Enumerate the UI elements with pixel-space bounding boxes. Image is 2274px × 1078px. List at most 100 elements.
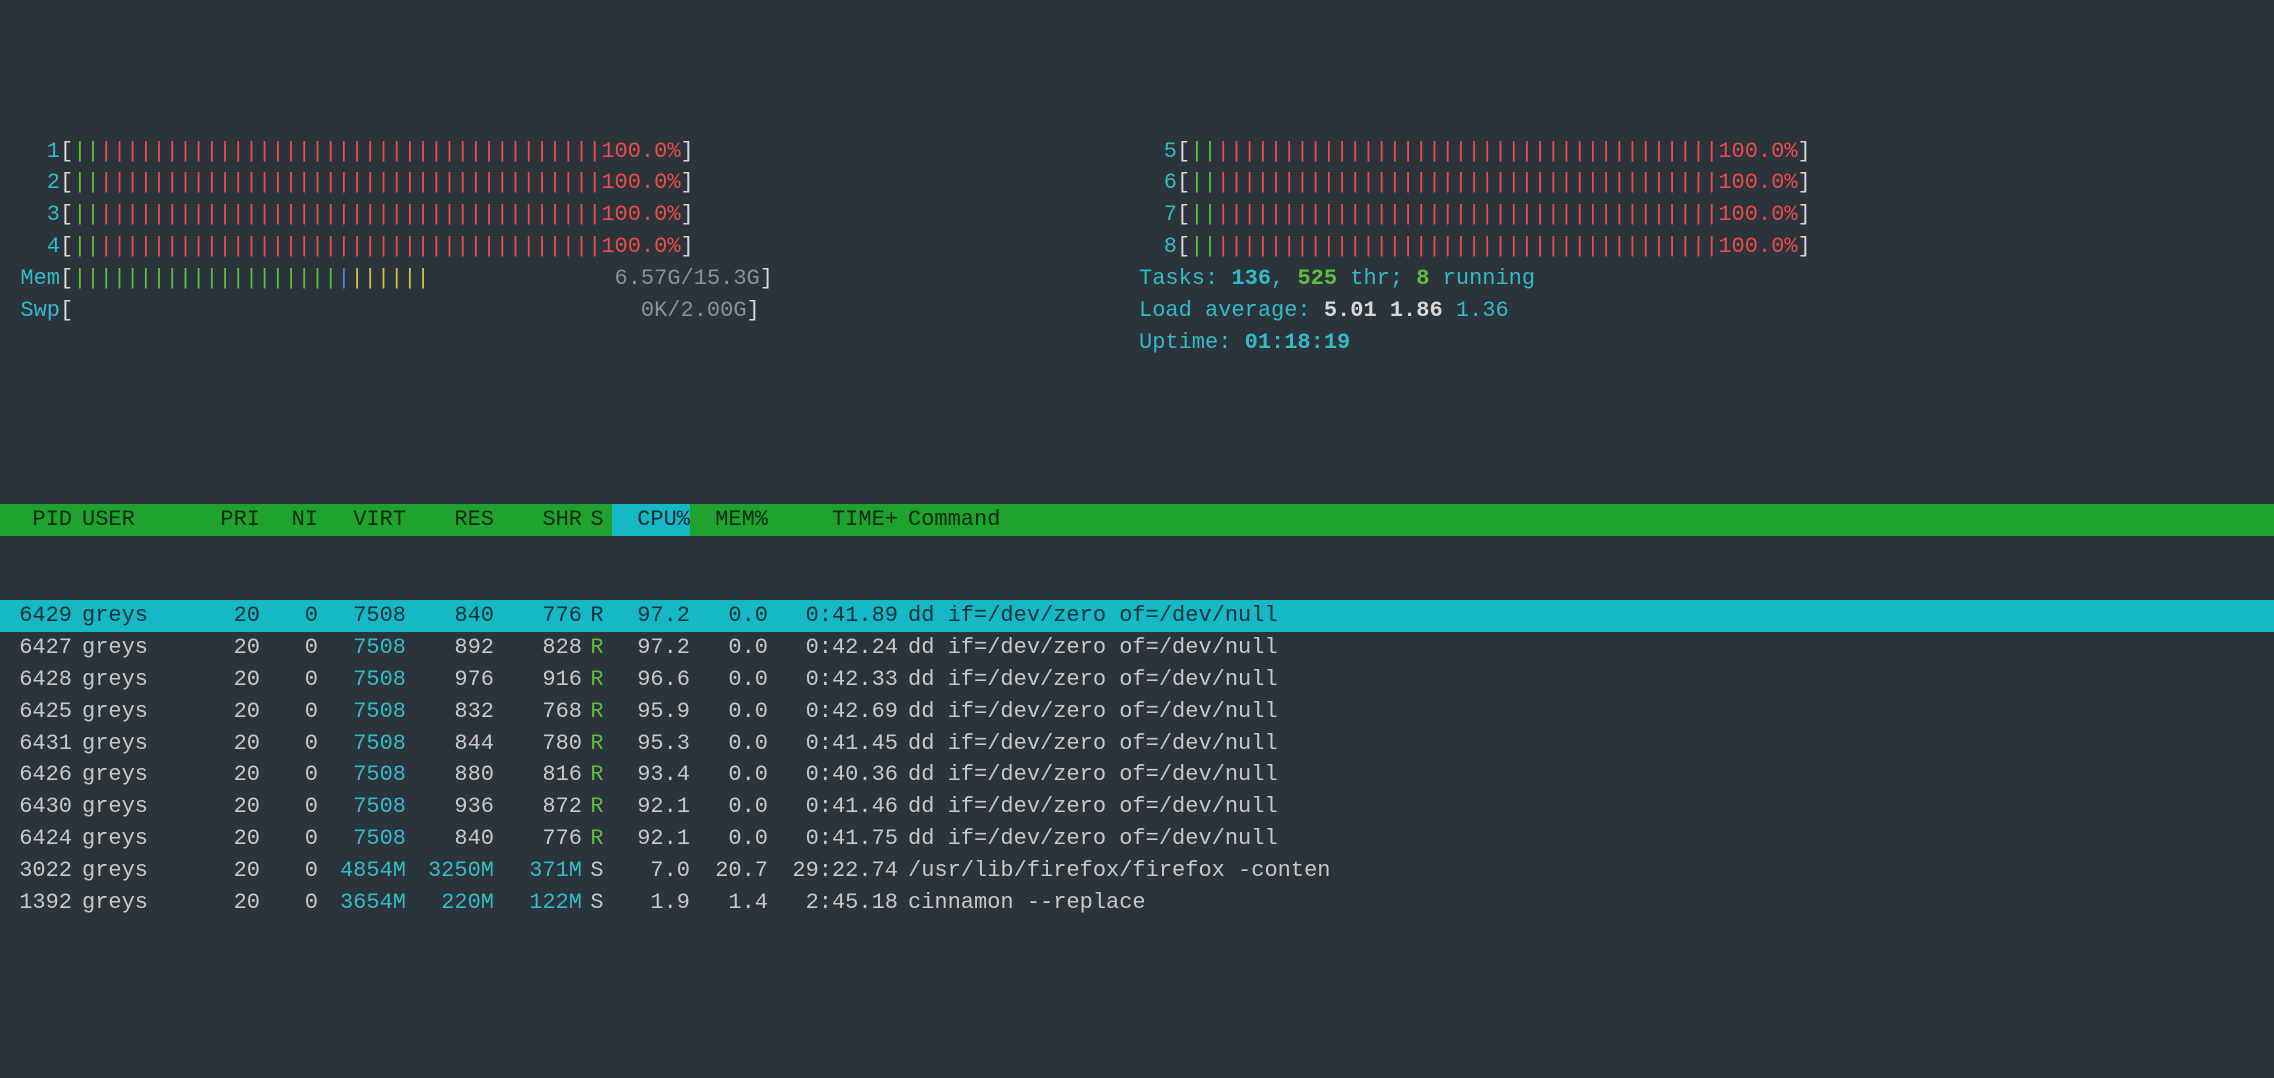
command: dd if=/dev/zero of=/dev/null <box>898 823 2274 855</box>
cpu-id: 4 <box>20 231 60 263</box>
cpu-pct: 1.9 <box>612 887 690 919</box>
pri: 20 <box>192 600 260 632</box>
time: 29:22.74 <box>768 855 898 887</box>
cpu-meter: 6 [|||||||||||||||||||||||||||||||||||||… <box>1137 167 2254 199</box>
res: 880 <box>406 759 494 791</box>
cpu-meter: 7 [|||||||||||||||||||||||||||||||||||||… <box>1137 199 2254 231</box>
ni: 0 <box>260 696 318 728</box>
process-row[interactable]: 3022greys2004854M3250M371MS7.020.729:22.… <box>0 855 2274 887</box>
mem-pct: 0.0 <box>690 600 768 632</box>
col-ni[interactable]: NI <box>260 504 318 536</box>
shr: 872 <box>494 791 582 823</box>
load-15m: 1.36 <box>1456 298 1509 323</box>
process-row[interactable]: 6431greys2007508844780R95.30.00:41.45dd … <box>0 728 2274 760</box>
pid: 3022 <box>0 855 72 887</box>
shr: 768 <box>494 696 582 728</box>
process-row[interactable]: 6428greys2007508976916R96.60.00:42.33dd … <box>0 664 2274 696</box>
cpu-pct: 93.4 <box>612 759 690 791</box>
process-row[interactable]: 6424greys2007508840776R92.10.00:41.75dd … <box>0 823 2274 855</box>
process-row[interactable]: 6429greys2007508840776R97.20.00:41.89dd … <box>0 600 2274 632</box>
res: 976 <box>406 664 494 696</box>
state: R <box>582 696 612 728</box>
pri: 20 <box>192 696 260 728</box>
command: dd if=/dev/zero of=/dev/null <box>898 759 2274 791</box>
user: greys <box>72 600 192 632</box>
pri: 20 <box>192 887 260 919</box>
pri: 20 <box>192 759 260 791</box>
mem-pct: 0.0 <box>690 791 768 823</box>
cpu-id: 1 <box>20 136 60 168</box>
pri: 20 <box>192 791 260 823</box>
col-time[interactable]: TIME+ <box>768 504 898 536</box>
user: greys <box>72 759 192 791</box>
uptime-line: Uptime: 01:18:19 <box>1137 327 2254 359</box>
pri: 20 <box>192 855 260 887</box>
col-pid[interactable]: PID <box>0 504 72 536</box>
user: greys <box>72 855 192 887</box>
state: R <box>582 632 612 664</box>
mem-pct: 0.0 <box>690 632 768 664</box>
col-mem[interactable]: MEM% <box>690 504 768 536</box>
process-row[interactable]: 6430greys2007508936872R92.10.00:41.46dd … <box>0 791 2274 823</box>
ni: 0 <box>260 855 318 887</box>
time: 0:41.46 <box>768 791 898 823</box>
col-state[interactable]: S <box>582 504 612 536</box>
user: greys <box>72 696 192 728</box>
col-virt[interactable]: VIRT <box>318 504 406 536</box>
cpu-id: 7 <box>1137 199 1177 231</box>
res: 840 <box>406 823 494 855</box>
cpu-percent: 100.0% <box>601 231 680 263</box>
tasks-count: 136 <box>1231 266 1271 291</box>
user: greys <box>72 664 192 696</box>
command: dd if=/dev/zero of=/dev/null <box>898 664 2274 696</box>
virt: 3654M <box>318 887 406 919</box>
col-user[interactable]: USER <box>72 504 192 536</box>
mem-pct: 0.0 <box>690 823 768 855</box>
swap-meter: Swp[ 0K/2.00G] <box>20 295 1137 327</box>
process-row[interactable]: 6425greys2007508832768R95.90.00:42.69dd … <box>0 696 2274 728</box>
col-command[interactable]: Command <box>898 504 2274 536</box>
cpu-id: 5 <box>1137 136 1177 168</box>
virt: 7508 <box>318 759 406 791</box>
ni: 0 <box>260 664 318 696</box>
process-row[interactable]: 6426greys2007508880816R93.40.00:40.36dd … <box>0 759 2274 791</box>
shr: 776 <box>494 600 582 632</box>
state: R <box>582 759 612 791</box>
pid: 6430 <box>0 791 72 823</box>
res: 220M <box>406 887 494 919</box>
col-pri[interactable]: PRI <box>192 504 260 536</box>
virt: 7508 <box>318 696 406 728</box>
process-row[interactable]: 1392greys2003654M220M122MS1.91.42:45.18c… <box>0 887 2274 919</box>
pri: 20 <box>192 823 260 855</box>
cpu-pct: 92.1 <box>612 823 690 855</box>
threads-count: 525 <box>1297 266 1337 291</box>
cpu-meter: 1 [|||||||||||||||||||||||||||||||||||||… <box>20 136 1137 168</box>
ni: 0 <box>260 600 318 632</box>
meters-left: 1 [|||||||||||||||||||||||||||||||||||||… <box>20 136 1137 359</box>
process-row[interactable]: 6427greys2007508892828R97.20.00:42.24dd … <box>0 632 2274 664</box>
pri: 20 <box>192 664 260 696</box>
uptime-value: 01:18:19 <box>1245 330 1351 355</box>
pid: 6424 <box>0 823 72 855</box>
virt: 4854M <box>318 855 406 887</box>
shr: 828 <box>494 632 582 664</box>
meters-right: 5 [|||||||||||||||||||||||||||||||||||||… <box>1137 136 2254 359</box>
pid: 6425 <box>0 696 72 728</box>
process-table-body[interactable]: 6429greys2007508840776R97.20.00:41.89dd … <box>0 600 2274 919</box>
mem-pct: 0.0 <box>690 728 768 760</box>
virt: 7508 <box>318 632 406 664</box>
pid: 1392 <box>0 887 72 919</box>
process-table-header[interactable]: PID USER PRI NI VIRT RES SHR S CPU% MEM%… <box>0 504 2274 536</box>
pri: 20 <box>192 632 260 664</box>
cpu-id: 6 <box>1137 167 1177 199</box>
mem-value: 6.57G/15.3G <box>615 263 760 295</box>
state: R <box>582 728 612 760</box>
ni: 0 <box>260 823 318 855</box>
col-res[interactable]: RES <box>406 504 494 536</box>
swp-label: Swp <box>20 295 60 327</box>
col-cpu[interactable]: CPU% <box>612 504 690 536</box>
cpu-percent: 100.0% <box>601 136 680 168</box>
cpu-pct: 95.3 <box>612 728 690 760</box>
virt: 7508 <box>318 791 406 823</box>
col-shr[interactable]: SHR <box>494 504 582 536</box>
